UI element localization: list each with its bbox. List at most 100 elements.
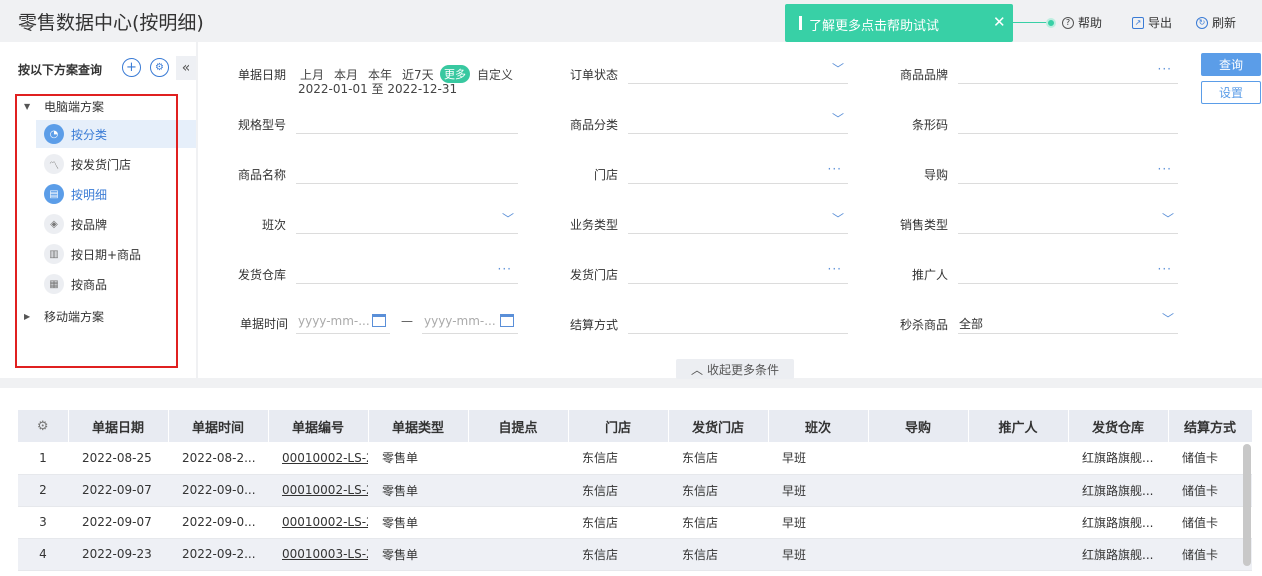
table-cell: 零售单: [368, 538, 468, 571]
brand-label: 商品品牌: [899, 68, 948, 82]
store-picker[interactable]: ···: [628, 160, 848, 184]
category-label: 商品分类: [569, 118, 618, 132]
ship-warehouse-picker[interactable]: ···: [296, 260, 518, 284]
date-range-text: 2022-01-01 至 2022-12-31: [298, 82, 458, 96]
chevron-down-icon: ﹀: [831, 62, 844, 76]
doc-date-label: 单据日期: [237, 68, 286, 82]
column-header[interactable]: 单据日期: [68, 410, 169, 442]
table-cell: 东信店: [568, 442, 668, 475]
table-body: 1 2022-08-25 2022-08-2... 00010002-LS-2 零售单东…: [18, 442, 1252, 571]
table-header-row: ⚙ 单据日期 单据时间 单据编号 单据类型 自提点 门店 发货门店 班次 导购 …: [18, 410, 1253, 442]
flash-sale-label: 秒杀商品: [899, 318, 948, 332]
table-cell: 早班: [768, 474, 868, 507]
app-root: 零售数据中心(按明细) 了解更多点击帮助试试 ✕ ? 帮助 ↗ 导出 ↻ 刷新 …: [0, 0, 1262, 576]
table-cell: 零售单: [368, 506, 468, 539]
column-header[interactable]: 结算方式: [1168, 410, 1253, 442]
time-end-input[interactable]: yyyy-mm-...: [422, 310, 518, 334]
table-row[interactable]: 3 2022-09-07 2022-09-0... 00010002-LS-2 零售单 东…: [18, 506, 1252, 539]
table-cell: 东信店: [568, 506, 668, 539]
column-settings-icon[interactable]: ⚙: [18, 410, 69, 442]
table-cell: 2022-09-07: [68, 474, 168, 507]
table-cell: [868, 538, 968, 571]
toast-close-icon[interactable]: ✕: [993, 13, 1006, 31]
ship-store-picker[interactable]: ···: [628, 260, 848, 284]
help-icon: ?: [1062, 16, 1074, 29]
collapse-panel-icon[interactable]: «: [176, 56, 196, 80]
time-start-placeholder: yyyy-mm-...: [298, 314, 370, 328]
column-header[interactable]: 单据时间: [168, 410, 269, 442]
flash-sale-value: 全部: [959, 317, 984, 331]
column-header[interactable]: 推广人: [968, 410, 1069, 442]
calendar-icon: [500, 314, 514, 327]
refresh-icon: ↻: [1196, 16, 1208, 29]
spec-input[interactable]: [296, 110, 518, 134]
more-dots-icon: ···: [1157, 62, 1172, 76]
brand-picker[interactable]: ···: [958, 60, 1178, 84]
spec-label: 规格型号: [237, 118, 286, 132]
column-header[interactable]: 门店: [568, 410, 669, 442]
scheme-panel: 按以下方案查询 + ⚙ « ▼ 电脑端方案 ◔ 按分类 〽 按发货门店 ▤ 按明…: [0, 42, 196, 378]
column-header[interactable]: 单据编号: [268, 410, 369, 442]
table-cell: [968, 538, 1068, 571]
page-title: 零售数据中心(按明细): [18, 12, 204, 34]
table-cell: 2022-08-2...: [168, 442, 268, 475]
table-row[interactable]: 1 2022-08-25 2022-08-2... 00010002-LS-2 零售单 东…: [18, 442, 1252, 475]
help-toast: 了解更多点击帮助试试 ✕: [785, 4, 1013, 42]
time-start-input[interactable]: yyyy-mm-...: [296, 310, 390, 334]
biz-type-select[interactable]: ﹀: [628, 210, 848, 234]
export-button[interactable]: ↗ 导出: [1132, 14, 1172, 31]
guide-label: 导购: [923, 168, 948, 182]
more-dots-icon: ···: [827, 262, 842, 276]
refresh-button[interactable]: ↻ 刷新: [1196, 14, 1236, 31]
help-button[interactable]: ? 帮助: [1062, 14, 1102, 31]
table-cell: [868, 442, 968, 475]
doc-number-link[interactable]: 00010002-LS-2: [268, 506, 368, 539]
category-select[interactable]: ﹀: [628, 110, 848, 134]
table-cell: 东信店: [668, 538, 768, 571]
add-scheme-icon[interactable]: +: [122, 58, 141, 77]
product-name-input[interactable]: [296, 160, 518, 184]
guide-picker[interactable]: ···: [958, 160, 1178, 184]
query-button[interactable]: 查询: [1201, 53, 1261, 76]
doc-number-link[interactable]: 00010002-LS-2: [268, 442, 368, 475]
table-cell: 储值卡: [1168, 538, 1252, 571]
promoter-label: 推广人: [911, 268, 948, 282]
promoter-picker[interactable]: ···: [958, 260, 1178, 284]
store-label: 门店: [593, 168, 618, 182]
column-header[interactable]: 发货仓库: [1068, 410, 1169, 442]
date-option-custom[interactable]: 自定义: [477, 66, 513, 83]
table-cell: 东信店: [668, 506, 768, 539]
export-icon: ↗: [1132, 16, 1144, 29]
column-header[interactable]: 班次: [768, 410, 869, 442]
column-header[interactable]: 单据类型: [368, 410, 469, 442]
table-cell: 储值卡: [1168, 442, 1252, 475]
chevron-up-icon: ︿: [690, 362, 703, 377]
ship-warehouse-label: 发货仓库: [237, 268, 286, 282]
flash-sale-select[interactable]: 全部 ﹀: [958, 310, 1178, 334]
table-cell: [968, 474, 1068, 507]
settle-input[interactable]: [628, 310, 848, 334]
sale-type-label: 销售类型: [899, 218, 948, 232]
result-table: ⚙ 单据日期 单据时间 单据编号 单据类型 自提点 门店 发货门店 班次 导购 …: [18, 410, 1253, 571]
doc-number-link[interactable]: 00010003-LS-2: [268, 538, 368, 571]
table-scrollbar[interactable]: [1243, 444, 1251, 566]
order-status-select[interactable]: ﹀: [628, 60, 848, 84]
table-cell: 红旗路旗舰...: [1068, 474, 1168, 507]
barcode-input[interactable]: [958, 110, 1178, 134]
export-label: 导出: [1148, 16, 1173, 30]
sale-type-select[interactable]: ﹀: [958, 210, 1178, 234]
result-table-area: ⚙ 单据日期 单据时间 单据编号 单据类型 自提点 门店 发货门店 班次 导购 …: [0, 388, 1262, 576]
doc-number-link[interactable]: 00010002-LS-2: [268, 474, 368, 507]
table-row[interactable]: 4 2022-09-23 2022-09-2... 00010003-LS-2 零售单 东…: [18, 538, 1252, 571]
help-label: 帮助: [1078, 16, 1103, 30]
column-header[interactable]: 发货门店: [668, 410, 769, 442]
column-header[interactable]: 自提点: [468, 410, 569, 442]
shift-select[interactable]: ﹀: [296, 210, 518, 234]
table-row[interactable]: 2 2022-09-07 2022-09-0... 00010002-LS-2 零售单 东…: [18, 474, 1252, 507]
column-header[interactable]: 导购: [868, 410, 969, 442]
settings-button[interactable]: 设置: [1201, 81, 1261, 104]
table-cell: 零售单: [368, 474, 468, 507]
gear-icon[interactable]: ⚙: [150, 58, 169, 77]
collapse-more-button[interactable]: ︿ 收起更多条件: [676, 359, 794, 379]
time-separator: —: [401, 314, 413, 328]
